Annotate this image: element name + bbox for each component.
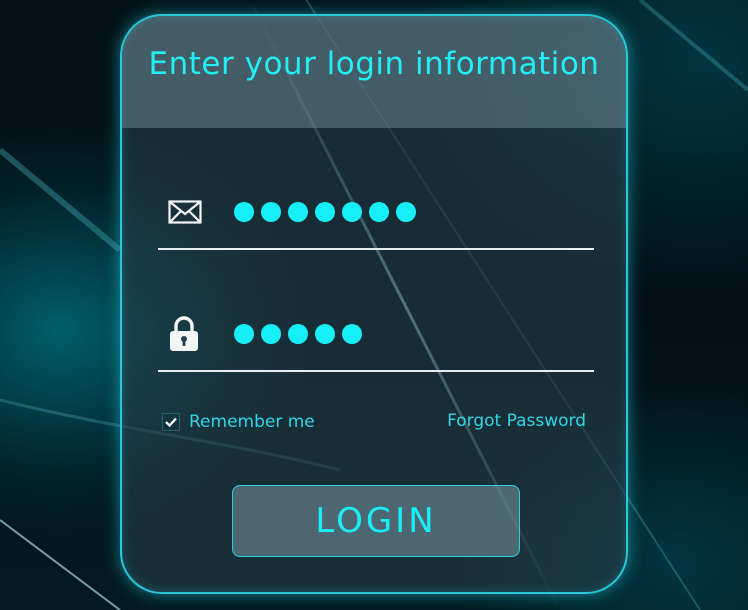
mask-dot	[261, 324, 281, 344]
forgot-password-link[interactable]: Forgot Password	[447, 411, 586, 431]
remember-label: Remember me	[189, 412, 315, 432]
mask-dot	[234, 324, 254, 344]
remember-me[interactable]: Remember me	[162, 412, 315, 432]
email-field[interactable]	[158, 182, 594, 250]
mask-dot	[315, 324, 335, 344]
login-button[interactable]: LOGIN	[232, 485, 520, 557]
mask-dot	[288, 202, 308, 222]
email-masked-value	[234, 202, 423, 222]
card-header: Enter your login information	[122, 16, 626, 128]
remember-checkbox[interactable]	[162, 413, 180, 431]
mask-dot	[342, 202, 362, 222]
mask-dot	[315, 202, 335, 222]
login-card: Enter your login information Remember me…	[120, 14, 628, 594]
mask-dot	[288, 324, 308, 344]
mask-dot	[234, 202, 254, 222]
mask-dot	[342, 324, 362, 344]
mask-dot	[396, 202, 416, 222]
checkmark-icon	[165, 417, 177, 427]
envelope-icon	[168, 200, 202, 228]
lock-icon	[168, 316, 200, 356]
mask-dot	[369, 202, 389, 222]
password-masked-value	[234, 324, 369, 344]
mask-dot	[261, 202, 281, 222]
page-title: Enter your login information	[148, 46, 600, 82]
password-field[interactable]	[158, 304, 594, 372]
